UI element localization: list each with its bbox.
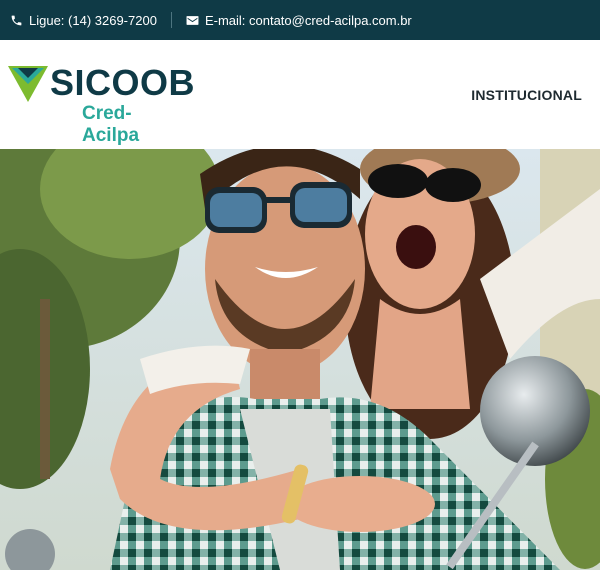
logo-subname: Cred-Acilpa <box>82 103 140 146</box>
envelope-icon <box>186 15 199 26</box>
phone-icon <box>10 14 23 27</box>
hero-banner <box>0 149 600 570</box>
phone-text: Ligue: (14) 3269-7200 <box>29 12 157 28</box>
phone-contact[interactable]: Ligue: (14) 3269-7200 <box>10 13 157 28</box>
logo-wordmark: SICOOB <box>50 62 196 103</box>
hero-photo <box>0 149 600 570</box>
sicoob-logo[interactable]: SICOOB Cred-Acilpa <box>8 62 195 146</box>
main-nav: INSTITUCIONAL <box>471 87 582 103</box>
nav-item-institucional[interactable]: INSTITUCIONAL <box>471 87 582 103</box>
site-header: SICOOB Cred-Acilpa INSTITUCIONAL <box>0 40 600 149</box>
contact-bar: Ligue: (14) 3269-7200 E-mail: contato@cr… <box>0 0 600 40</box>
sicoob-logo-mark-icon <box>8 66 48 102</box>
email-contact[interactable]: E-mail: contato@cred-acilpa.com.br <box>186 13 412 28</box>
divider <box>170 12 172 28</box>
email-text: E-mail: contato@cred-acilpa.com.br <box>204 12 412 28</box>
